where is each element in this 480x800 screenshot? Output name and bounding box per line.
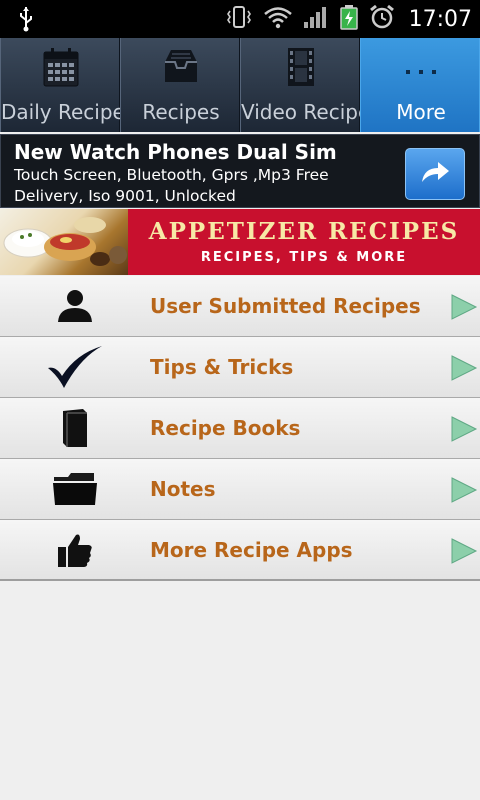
tab-video-recipe[interactable]: Video Recipe [240,38,361,132]
tab-label: Daily Recipes [1,100,121,124]
tab-recipes[interactable]: Recipes [120,38,240,132]
menu-item-label: More Recipe Apps [150,538,353,562]
banner-title: APPETIZER RECIPES [148,218,460,245]
play-arrow-icon [450,537,478,569]
calendar-icon [1,46,121,90]
checkmark-icon [44,345,106,389]
tab-bar: Daily Recipes Recipes Video Recipe [0,38,480,132]
menu-item-label: Tips & Tricks [150,355,294,379]
status-bar: 17:07 [0,0,480,38]
signal-icon [303,5,329,33]
share-arrow-icon [418,158,452,190]
menu-item-notes[interactable]: Notes [0,459,480,520]
ad-open-button[interactable] [405,148,465,200]
tab-label: Video Recipe [241,100,361,124]
menu-item-tips-tricks[interactable]: Tips & Tricks [0,337,480,398]
ad-banner[interactable]: New Watch Phones Dual Sim Touch Screen, … [0,134,480,208]
menu-item-recipe-books[interactable]: Recipe Books [0,398,480,459]
status-time: 17:07 [408,6,472,32]
thumbs-up-icon [44,528,106,572]
user-silhouette-icon [44,284,106,328]
play-arrow-icon [450,415,478,447]
menu-item-label: Recipe Books [150,416,301,440]
app-banner: APPETIZER RECIPES RECIPES, TIPS & MORE [0,209,480,275]
ad-description: Touch Screen, Bluetooth, Gprs ,Mp3 Free … [14,166,329,205]
vibrate-icon [225,5,253,33]
folder-icon [44,467,106,511]
appetizer-food-image [0,209,128,275]
book-icon [44,406,106,450]
menu-item-label: User Submitted Recipes [150,294,421,318]
tab-daily-recipes[interactable]: Daily Recipes [0,38,121,132]
ad-title: New Watch Phones Dual Sim [14,140,337,164]
menu-item-more-recipe-apps[interactable]: More Recipe Apps [0,520,480,581]
inbox-tray-icon [121,46,241,90]
film-strip-icon [241,46,361,90]
more-dots-icon [361,46,480,90]
more-menu-list: User Submitted Recipes Tips & Tricks Rec… [0,276,480,581]
battery-charging-icon [339,4,359,34]
banner-subtitle: RECIPES, TIPS & MORE [200,250,408,265]
wifi-icon [263,5,293,33]
tab-more[interactable]: More [360,38,480,132]
play-arrow-icon [450,476,478,508]
tab-label: More [396,100,446,124]
tab-label: Recipes [142,100,220,124]
play-arrow-icon [450,354,478,386]
alarm-clock-icon [369,4,395,34]
usb-icon [18,6,34,36]
play-arrow-icon [450,293,478,325]
menu-item-label: Notes [150,477,216,501]
menu-item-user-submitted-recipes[interactable]: User Submitted Recipes [0,276,480,337]
